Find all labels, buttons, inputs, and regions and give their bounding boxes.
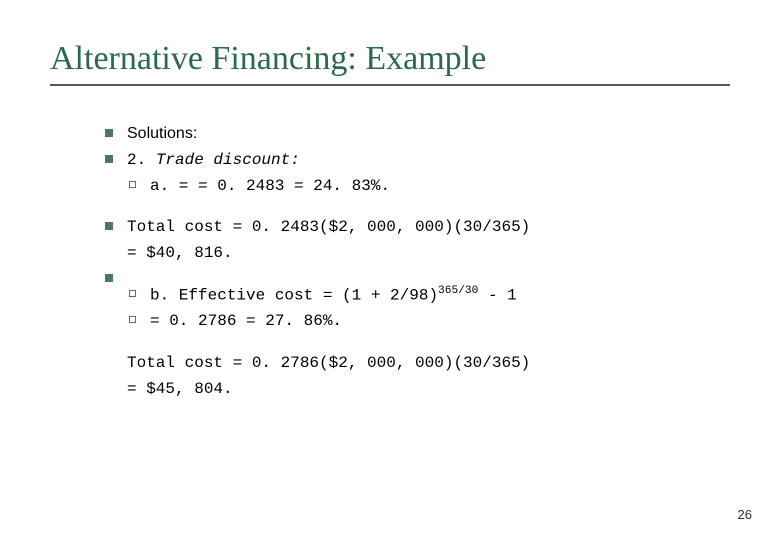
body-text: a. = = 0. 2483 = 24. 83%.	[150, 174, 390, 199]
body-text: Total cost = 0. 2786($2, 000, 000)(30/36…	[127, 351, 530, 376]
open-square-bullet-icon	[129, 181, 136, 188]
body-text: Solutions:	[127, 122, 197, 147]
body-text: = 0. 2786 = 27. 86%.	[150, 309, 342, 334]
list-item: = $40, 816.	[105, 241, 730, 266]
page-number: 26	[738, 507, 752, 522]
slide-title: Alternative Financing: Example	[50, 40, 730, 78]
text-segment-italic: Trade discount:	[156, 151, 300, 169]
title-divider	[50, 84, 730, 86]
square-bullet-icon	[105, 129, 113, 137]
slide-body: Solutions: 2. Trade discount: a. = = 0. …	[50, 122, 730, 402]
list-item: Total cost = 0. 2786($2, 000, 000)(30/36…	[105, 351, 730, 376]
text-segment: b. Effective cost = (1 + 2/98)	[150, 286, 438, 304]
body-text: = $45, 804.	[127, 377, 233, 402]
list-item: 2. Trade discount:	[105, 148, 730, 173]
list-item: = $45, 804.	[105, 377, 730, 402]
list-item: = 0. 2786 = 27. 86%.	[129, 309, 730, 334]
text-segment: - 1	[478, 286, 516, 304]
square-bullet-icon	[105, 222, 113, 230]
square-bullet-icon	[105, 155, 113, 163]
list-item: b. Effective cost = (1 + 2/98)365/30 - 1	[129, 283, 730, 308]
list-item: Solutions:	[105, 122, 730, 147]
square-bullet-icon	[105, 274, 113, 282]
text-segment: 2.	[127, 151, 156, 169]
list-item	[105, 267, 730, 282]
superscript: 365/30	[438, 285, 478, 297]
body-text: 2. Trade discount:	[127, 148, 300, 173]
body-text: b. Effective cost = (1 + 2/98)365/30 - 1	[150, 283, 517, 308]
list-item: a. = = 0. 2483 = 24. 83%.	[129, 174, 730, 199]
body-text: Total cost = 0. 2483($2, 000, 000)(30/36…	[127, 215, 530, 240]
open-square-bullet-icon	[129, 290, 136, 297]
open-square-bullet-icon	[129, 316, 136, 323]
body-text: = $40, 816.	[127, 241, 233, 266]
list-item: Total cost = 0. 2483($2, 000, 000)(30/36…	[105, 215, 730, 240]
